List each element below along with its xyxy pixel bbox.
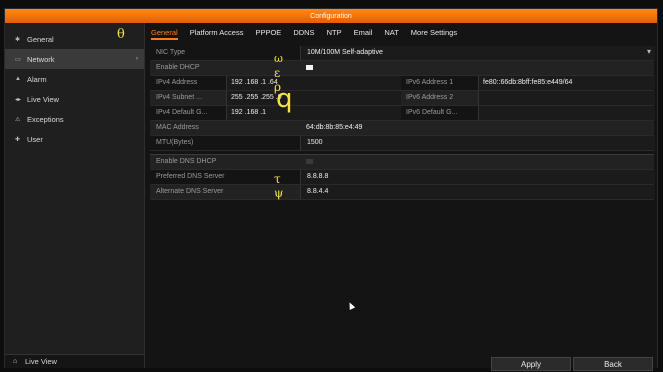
configuration-window: Configuration ✱ General ▭ Network › ▲ Al… <box>4 8 658 371</box>
sidebar-footer-live-view[interactable]: ⌂ Live View <box>5 354 144 368</box>
sidebar-item-label: Live View <box>27 94 59 104</box>
overlay-glyph-q: q <box>276 84 293 114</box>
preferred-dns-input[interactable]: 8.8.8.8 <box>300 170 655 184</box>
nic-type-value: 10M/100M Self-adaptive <box>307 49 383 56</box>
dropdown-arrow-icon: ▾ <box>646 47 651 56</box>
tab-nat[interactable]: NAT <box>384 28 398 37</box>
preferred-dns-value: 8.8.8.8 <box>307 173 329 180</box>
form-row-ipv4-address: IPv4 Address 192 .168 .1 .64 IPv6 Addres… <box>150 76 655 91</box>
sidebar-item-live-view[interactable]: ◂▸ Live View <box>5 89 144 109</box>
overlay-glyph-omega: ω <box>274 52 283 65</box>
enable-dns-dhcp-checkbox[interactable] <box>306 159 313 164</box>
alarm-icon: ▲ <box>15 76 21 82</box>
ipv4-gateway-label: IPv4 Default G... <box>156 109 208 116</box>
form-row-mtu: MTU(Bytes) 1500 <box>150 136 655 151</box>
form-row-enable-dhcp: Enable DHCP <box>150 61 654 76</box>
form-row-mac-address: MAC Address 64:db:8b:85:e4:49 <box>150 121 654 136</box>
sidebar-item-label: Alarm <box>27 74 47 84</box>
mtu-label: MTU(Bytes) <box>156 139 194 146</box>
tab-general[interactable]: General <box>151 28 178 40</box>
overlay-glyph-tau: τ <box>274 172 281 186</box>
user-icon: ✚ <box>15 136 21 143</box>
ipv4-address-label: IPv4 Address <box>156 79 198 86</box>
form-row-alternate-dns: Alternate DNS Server 8.8.4.4 <box>150 185 655 200</box>
overlay-glyph-theta: θ <box>117 27 125 42</box>
sidebar-item-label: User <box>27 134 43 144</box>
ipv6-address1-label: IPv6 Address 1 <box>406 79 454 86</box>
sidebar-item-label: General <box>27 34 54 44</box>
sidebar-item-exceptions[interactable]: ⚠ Exceptions <box>5 109 144 129</box>
sidebar-item-label: Exceptions <box>27 114 64 124</box>
ipv4-address-value: 192 .168 .1 .64 <box>231 79 278 86</box>
gear-icon: ✱ <box>15 36 21 43</box>
ipv4-gateway-value: 192 .168 .1 <box>231 109 267 116</box>
live-view-icon: ◂▸ <box>15 96 22 103</box>
mac-address-value: 64:db:8b:85:e4:49 <box>306 124 363 131</box>
alternate-dns-input[interactable]: 8.8.4.4 <box>300 185 655 199</box>
enable-dhcp-checkbox[interactable] <box>306 65 313 70</box>
form-row-nic-type: NIC Type 10M/100M Self-adaptive ▾ <box>150 46 655 61</box>
form-row-preferred-dns: Preferred DNS Server 8.8.8.8 <box>150 170 655 185</box>
overlay-glyph-epsilon: ε <box>274 66 281 80</box>
ipv4-subnet-input[interactable]: 255 .255 .255 .0 <box>226 91 401 105</box>
alternate-dns-label: Alternate DNS Server <box>156 188 224 195</box>
network-settings-form: NIC Type 10M/100M Self-adaptive ▾ Enable… <box>150 46 655 200</box>
mtu-input[interactable]: 1500 <box>300 136 655 150</box>
chevron-right-icon: › <box>136 56 138 62</box>
sidebar-item-user[interactable]: ✚ User <box>5 129 144 149</box>
ipv6-address2-input[interactable] <box>478 91 655 105</box>
ipv4-gateway-input[interactable]: 192 .168 .1 <box>226 106 401 120</box>
warning-icon: ⚠ <box>15 116 21 123</box>
network-icon: ▭ <box>15 56 21 63</box>
form-row-ipv4-gateway: IPv4 Default G... 192 .168 .1 IPv6 Defau… <box>150 106 655 121</box>
tab-platform-access[interactable]: Platform Access <box>190 28 244 37</box>
sidebar: ✱ General ▭ Network › ▲ Alarm ◂▸ Live Vi… <box>5 23 145 368</box>
preferred-dns-label: Preferred DNS Server <box>156 173 225 180</box>
ipv4-subnet-value: 255 .255 .255 .0 <box>231 94 282 101</box>
tab-email[interactable]: Email <box>354 28 373 37</box>
sidebar-footer-label: Live View <box>25 357 57 366</box>
tab-bar: General Platform Access PPPOE DDNS NTP E… <box>145 25 469 40</box>
tab-pppoe[interactable]: PPPOE <box>255 28 281 37</box>
alternate-dns-value: 8.8.4.4 <box>307 188 329 195</box>
sidebar-item-alarm[interactable]: ▲ Alarm <box>5 69 144 89</box>
ipv4-address-input[interactable]: 192 .168 .1 .64 <box>226 76 401 90</box>
nic-type-select[interactable]: 10M/100M Self-adaptive ▾ <box>300 46 655 60</box>
ipv6-address2-label: IPv6 Address 2 <box>406 94 454 101</box>
apply-button[interactable]: Apply <box>491 357 571 371</box>
sidebar-item-network[interactable]: ▭ Network › <box>5 49 144 69</box>
tab-ddns[interactable]: DDNS <box>293 28 314 37</box>
tab-more-settings[interactable]: More Settings <box>411 28 457 37</box>
ipv6-gateway-input[interactable] <box>478 106 655 120</box>
enable-dns-dhcp-label: Enable DNS DHCP <box>156 158 217 165</box>
form-row-ipv4-subnet: IPv4 Subnet ... 255 .255 .255 .0 IPv6 Ad… <box>150 91 655 106</box>
form-row-enable-dns-dhcp: Enable DNS DHCP <box>150 154 654 170</box>
back-button[interactable]: Back <box>573 357 653 371</box>
ipv6-gateway-label: IPv6 Default G... <box>406 109 458 116</box>
nic-type-label: NIC Type <box>156 49 186 56</box>
mtu-value: 1500 <box>307 139 323 146</box>
main-content: General Platform Access PPPOE DDNS NTP E… <box>145 23 657 371</box>
ipv6-address1-value: fe80::66db:8bff:fe85:e449/64 <box>483 79 573 86</box>
overlay-glyph-psi: ψ <box>274 186 284 200</box>
enable-dhcp-label: Enable DHCP <box>156 64 200 71</box>
home-icon: ⌂ <box>13 358 18 365</box>
ipv6-address1-input[interactable]: fe80::66db:8bff:fe85:e449/64 <box>478 76 655 90</box>
ipv4-subnet-label: IPv4 Subnet ... <box>156 94 202 101</box>
sidebar-item-label: Network <box>27 54 55 64</box>
tab-ntp[interactable]: NTP <box>327 28 342 37</box>
window-title: Configuration <box>5 9 657 23</box>
mac-address-label: MAC Address <box>156 124 199 131</box>
